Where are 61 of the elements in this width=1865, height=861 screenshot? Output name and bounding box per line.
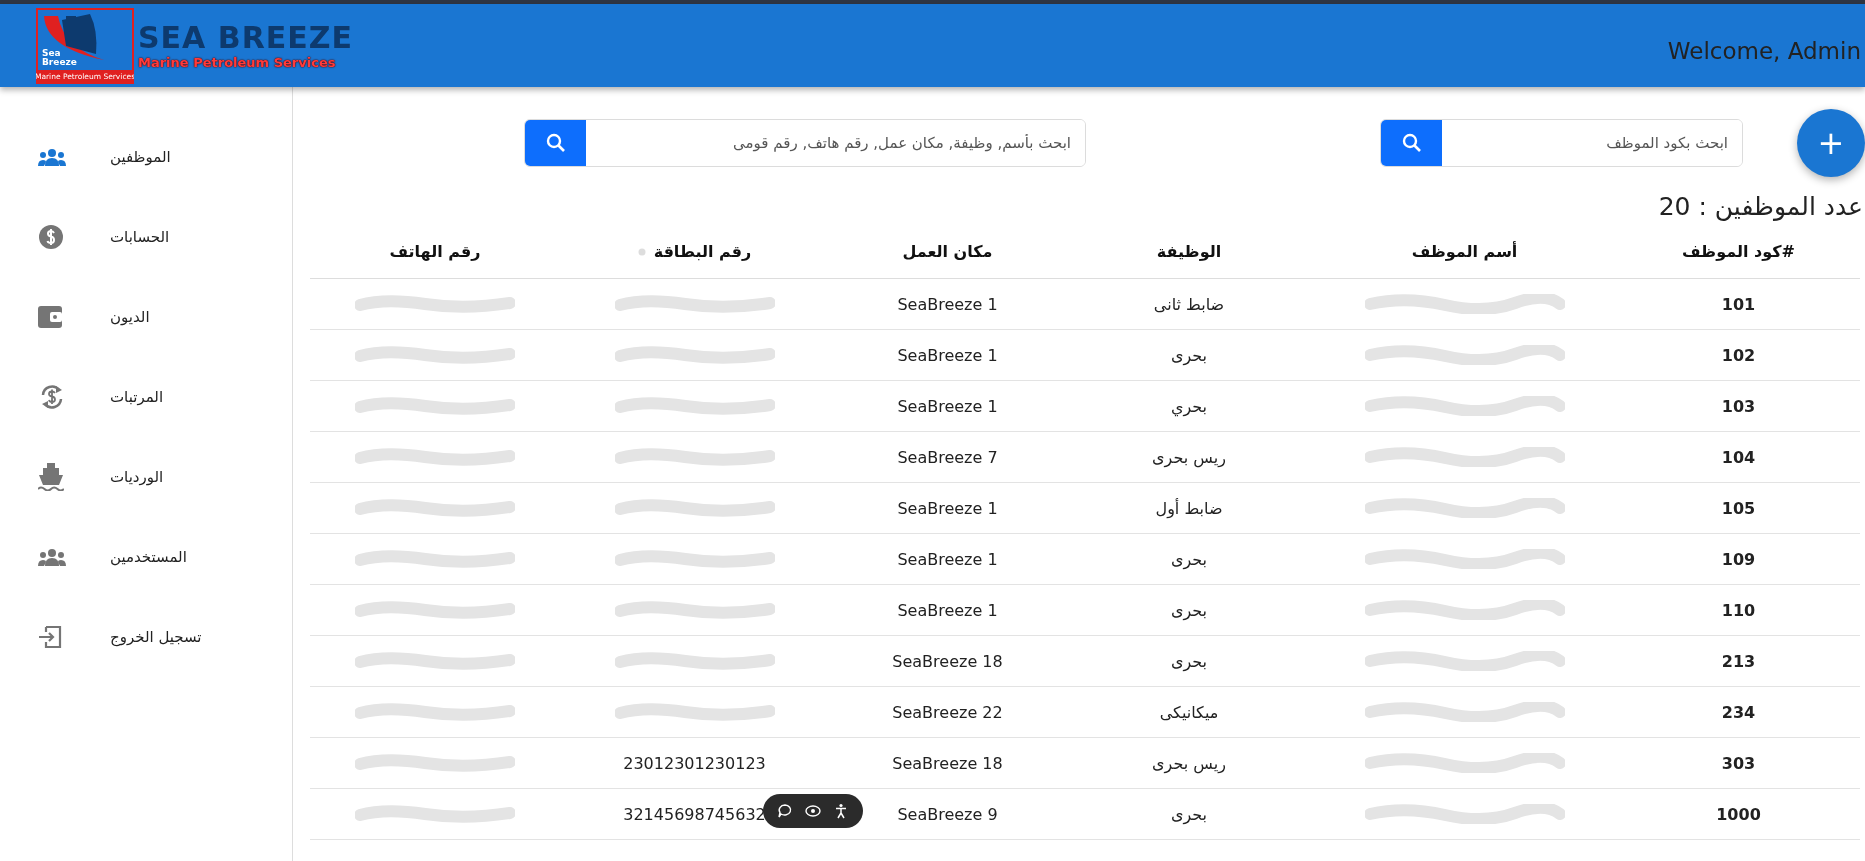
table-cell: 101 bbox=[1721, 294, 1756, 314]
column-header[interactable]: أسم الموظف bbox=[1411, 242, 1518, 261]
table-cell: 23012301230123 bbox=[623, 753, 766, 773]
table-cell: 303 bbox=[1721, 753, 1756, 773]
table-cell: بحرى bbox=[1170, 600, 1208, 620]
table-cell: SeaBreeze 22 bbox=[892, 702, 1003, 722]
table-cell: SeaBreeze 1 bbox=[897, 498, 998, 518]
chat-icon[interactable] bbox=[777, 803, 793, 819]
sidebar-item[interactable]: الموظفين bbox=[0, 117, 292, 197]
table-cell: 104 bbox=[1721, 447, 1756, 467]
sidebar-item[interactable]: تسجيل الخروج bbox=[0, 597, 292, 677]
table-cell: بحري bbox=[1170, 396, 1208, 416]
table-cell: ميكانيكى bbox=[1159, 702, 1219, 722]
table-cell: 103 bbox=[1721, 396, 1756, 416]
column-header[interactable]: #كود الموظف bbox=[1682, 242, 1795, 261]
table-cell: SeaBreeze 18 bbox=[892, 753, 1003, 773]
column-header[interactable]: رقم البطاقة bbox=[653, 242, 752, 261]
brand-name: SEA BREEZE bbox=[138, 21, 353, 55]
eye-icon[interactable] bbox=[805, 803, 821, 819]
table-cell: SeaBreeze 1 bbox=[897, 549, 998, 569]
accessibility-icon[interactable] bbox=[833, 803, 849, 819]
column-header[interactable]: مكان العمل bbox=[902, 242, 993, 261]
table-cell: 102 bbox=[1721, 345, 1756, 365]
table-cell: بحرى bbox=[1170, 804, 1208, 824]
table-cell: SeaBreeze 1 bbox=[897, 345, 998, 365]
table-cell: بحرى bbox=[1170, 345, 1208, 365]
table-cell: 1000 bbox=[1716, 804, 1761, 824]
search-button[interactable] bbox=[1381, 120, 1442, 166]
employee-count: عدد الموظفين : 20 bbox=[1658, 191, 1863, 221]
table-cell: SeaBreeze 18 bbox=[892, 651, 1003, 671]
table-cell: ريس بحرى bbox=[1152, 447, 1226, 467]
sidebar-item[interactable]: المرتبات bbox=[0, 357, 292, 437]
table-cell: SeaBreeze 1 bbox=[897, 600, 998, 620]
table-cell: SeaBreeze 1 bbox=[897, 294, 998, 314]
sidebar-item[interactable]: الورديات bbox=[0, 437, 292, 517]
add-button[interactable]: + bbox=[1797, 109, 1865, 177]
sidebar-item[interactable]: الديون bbox=[0, 277, 292, 357]
table-cell: 109 bbox=[1721, 549, 1756, 569]
table-cell: بحرى bbox=[1170, 651, 1208, 671]
column-header[interactable]: الوظيفة bbox=[1156, 242, 1222, 261]
table-cell: 213 bbox=[1721, 651, 1756, 671]
table-cell: 234 bbox=[1721, 702, 1756, 722]
search-button[interactable] bbox=[525, 120, 586, 166]
table-cell: SeaBreeze 7 bbox=[897, 447, 998, 467]
sidebar-item[interactable]: المستخدمين bbox=[0, 517, 292, 597]
table-cell: ضابط أول bbox=[1155, 498, 1223, 518]
search-icon bbox=[1401, 133, 1422, 153]
table-cell: 110 bbox=[1721, 600, 1756, 620]
welcome-text: Welcome, Admin bbox=[1667, 36, 1862, 64]
table-cell: SeaBreeze 1 bbox=[897, 396, 998, 416]
table-cell: ريس بحرى bbox=[1152, 753, 1226, 773]
table-cell: ضابط ثانى bbox=[1153, 294, 1225, 314]
brand-tagline: Marine Petroleum Services bbox=[138, 55, 337, 70]
table-cell: 105 bbox=[1721, 498, 1756, 518]
search-icon bbox=[545, 133, 566, 153]
table-cell: 32145698745632 bbox=[623, 804, 766, 824]
table-cell: SeaBreeze 9 bbox=[897, 804, 998, 824]
sidebar-item[interactable]: الحسابات bbox=[0, 197, 292, 277]
search-field[interactable]: ابحث بكود الموظف bbox=[1380, 119, 1743, 167]
column-header[interactable]: رقم الهاتف bbox=[389, 242, 481, 261]
table-cell: بحرى bbox=[1170, 549, 1208, 569]
